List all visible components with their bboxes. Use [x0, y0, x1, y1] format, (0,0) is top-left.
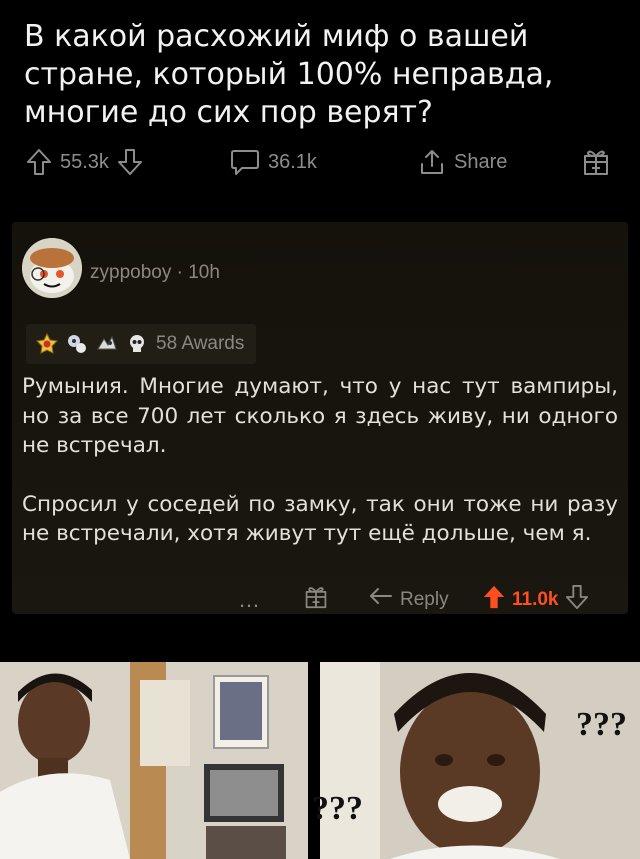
comment-body: Румыния. Многие думают, что у нас тут ва… — [22, 372, 618, 578]
post-title-line: В какой расхожий миф о вашей — [24, 19, 529, 54]
comment-bubble-icon — [230, 148, 260, 176]
meta-separator: · — [176, 262, 189, 283]
reply-arrow-icon — [368, 586, 394, 614]
more-options-button[interactable]: … — [238, 582, 261, 618]
upvote-arrow-icon[interactable] — [482, 584, 506, 616]
avatar[interactable] — [22, 238, 82, 298]
comment-author[interactable]: zyppoboy — [90, 262, 171, 283]
meme-caption-left: ??? — [312, 790, 363, 827]
comment-score: 11.0k — [512, 589, 559, 610]
comment-time: 10h — [188, 262, 220, 283]
comment-paragraph: Румыния. Многие думают, что у нас тут ва… — [22, 374, 618, 458]
reply-label: Reply — [400, 589, 449, 610]
reply-button[interactable]: Reply — [368, 582, 449, 618]
awards-row[interactable]: 58 Awards — [26, 324, 257, 364]
share-icon — [418, 148, 446, 176]
comment-action-bar: … Reply 11.0k — [12, 582, 628, 618]
post-title-line: многие до сих пор верят? — [24, 95, 433, 130]
comment-card: zyppoboy · 10h 58 Awards Румыния. Многие… — [12, 222, 628, 614]
comments-button[interactable]: 36.1k — [230, 140, 317, 184]
post-action-bar: 55.3k 36.1k Share — [0, 140, 640, 184]
upvote-arrow-icon[interactable] — [26, 148, 52, 176]
award-button[interactable] — [582, 140, 610, 184]
comment-paragraph: Спросил у соседей по замку, так они тоже… — [22, 491, 618, 547]
meme-panel-left: ??? — [0, 662, 308, 859]
skull-award-icon — [126, 333, 148, 355]
awards-count: 58 Awards — [156, 333, 245, 354]
vote-group: 55.3k — [26, 140, 143, 184]
meme-panel-right: ??? — [320, 662, 640, 859]
gift-icon — [582, 147, 610, 177]
post-title-line: стране, который 100% неправда, — [24, 57, 554, 92]
comment-count: 36.1k — [268, 150, 317, 173]
comment-meta: zyppoboy · 10h — [90, 262, 220, 284]
downvote-arrow-icon[interactable] — [565, 584, 589, 616]
wholesome-award-icon — [66, 333, 88, 355]
share-label: Share — [454, 150, 508, 173]
more-dots-icon: … — [238, 587, 261, 612]
comment-vote-group: 11.0k — [482, 582, 589, 618]
post-score: 55.3k — [60, 150, 109, 173]
meme-caption-right: ??? — [576, 706, 627, 743]
share-button[interactable]: Share — [418, 140, 507, 184]
confused-man-photo-left — [0, 662, 308, 859]
downvote-arrow-icon[interactable] — [117, 148, 143, 176]
post-title: В какой расхожий миф о вашей стране, кот… — [24, 18, 624, 132]
give-award-button[interactable] — [304, 582, 328, 618]
gold-award-icon — [35, 332, 59, 355]
gift-icon — [304, 584, 328, 616]
confused-man-photo-right — [320, 662, 640, 859]
animal-award-icon — [96, 333, 118, 355]
